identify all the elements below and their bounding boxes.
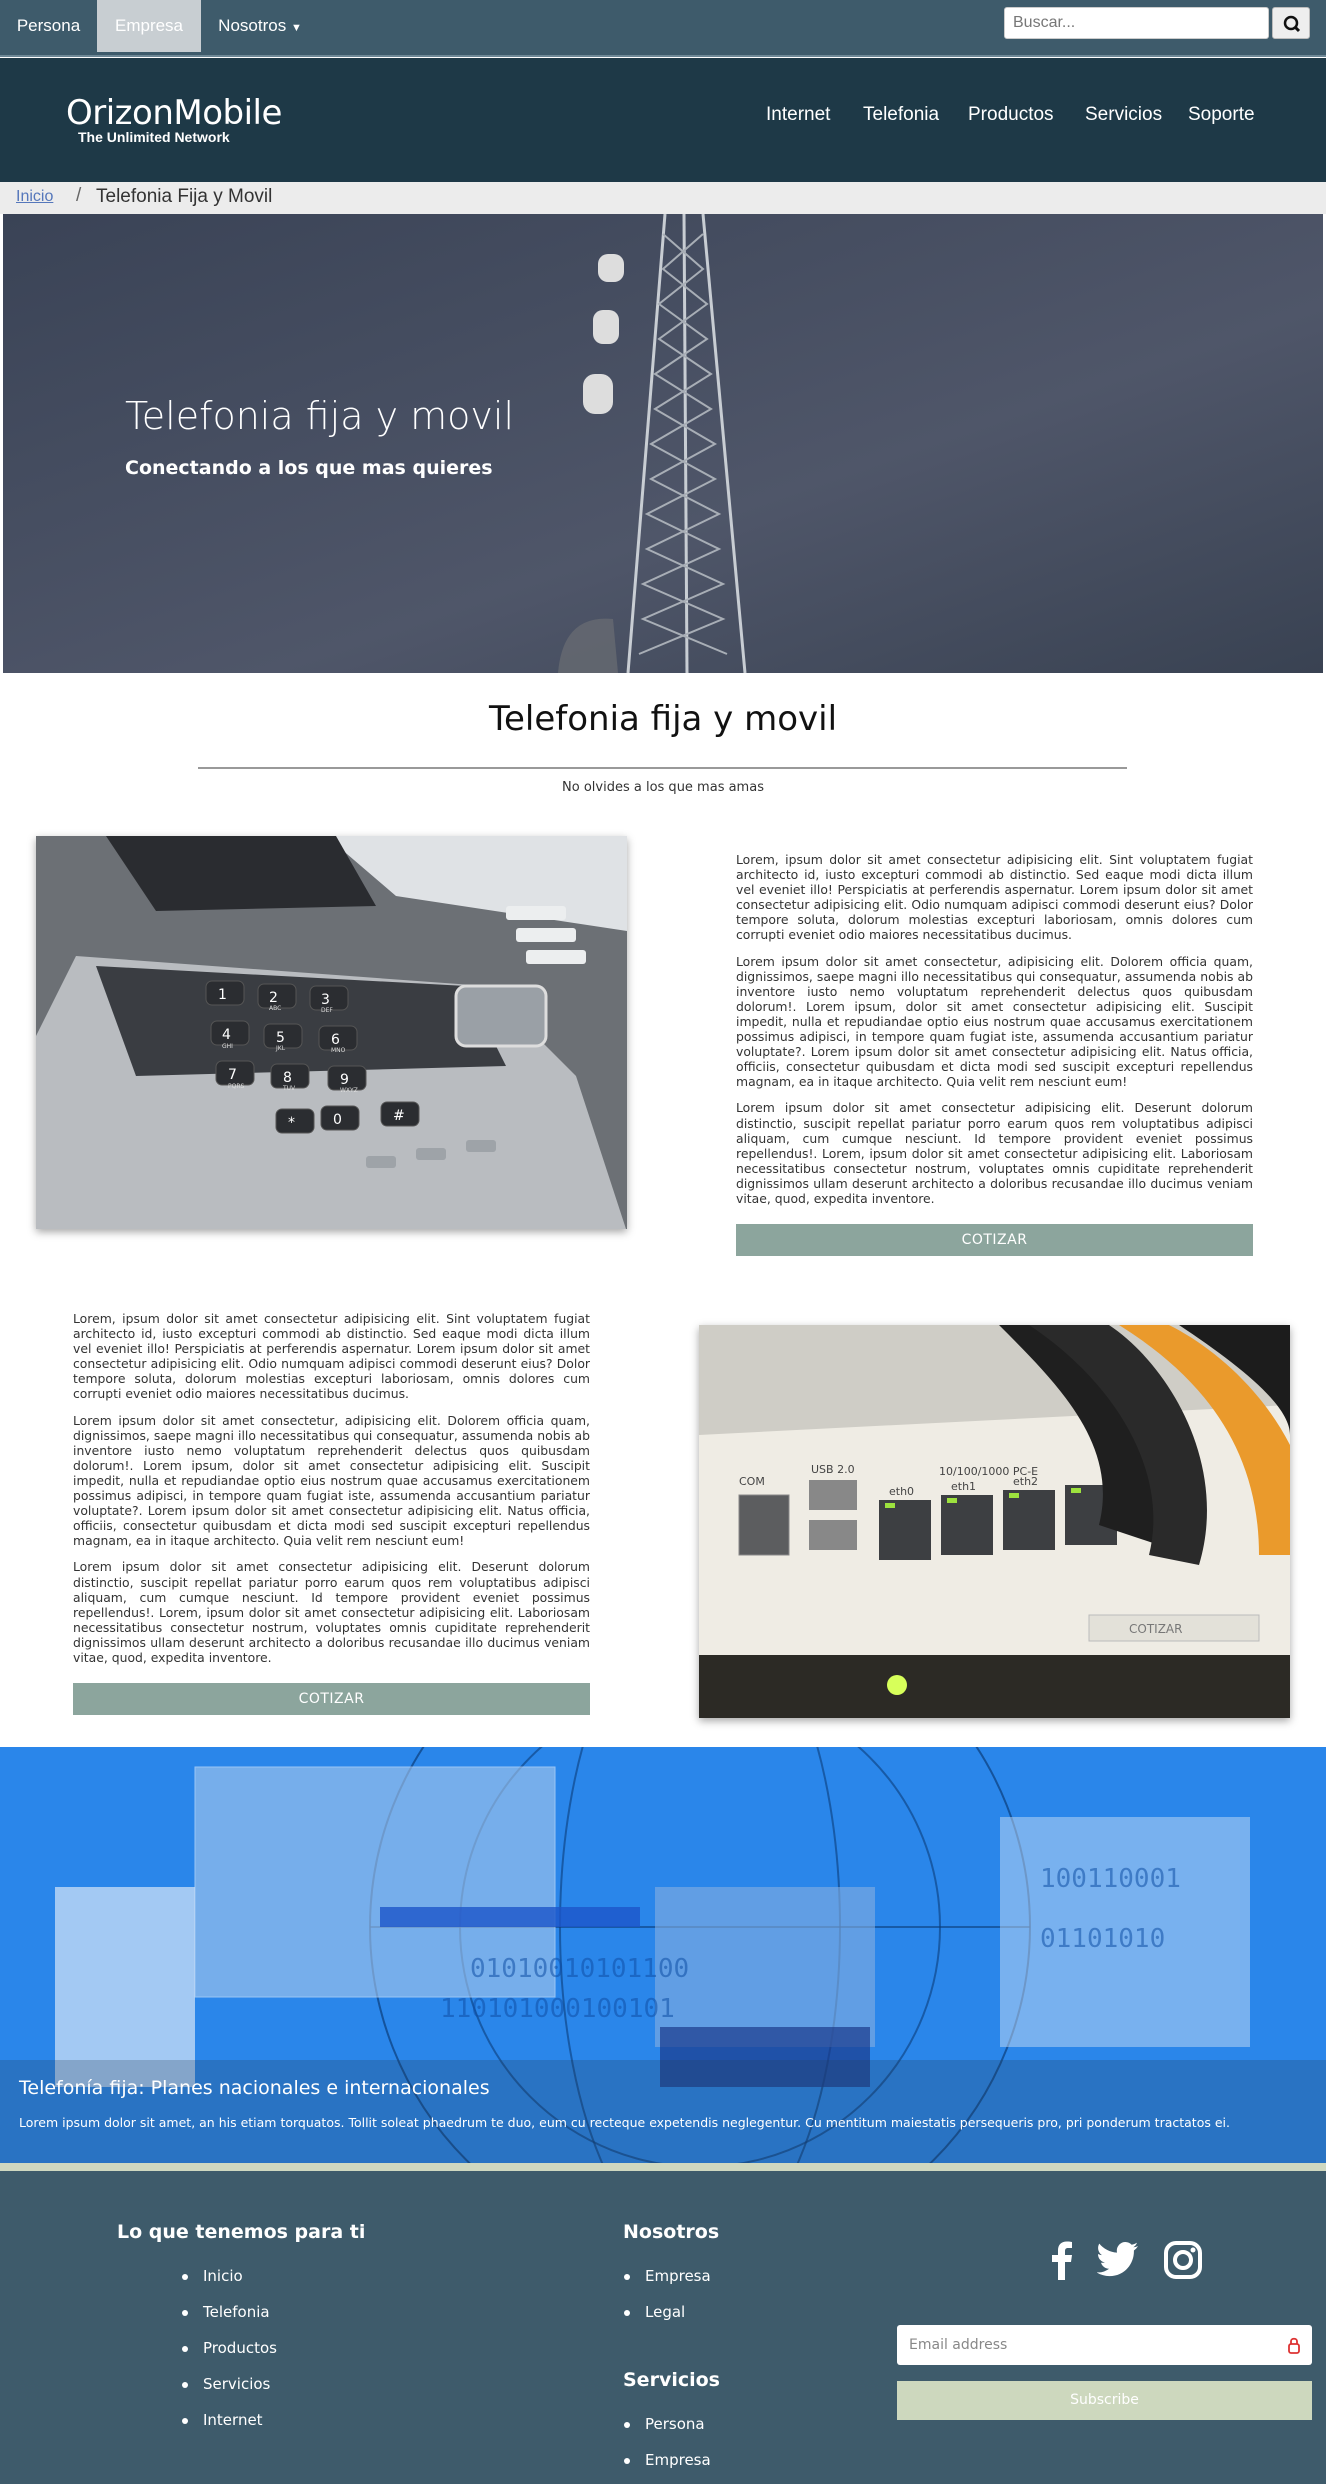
nav-telefonia[interactable]: Telefonia: [863, 104, 939, 126]
search-input[interactable]: Buscar...: [1004, 7, 1269, 39]
block2-paragraph: Lorem ipsum dolor sit amet consectetur a…: [73, 1559, 590, 1665]
router-ports-image: COM USB 2.0 10/100/1000 PC-E eth0 eth1 e…: [699, 1325, 1290, 1718]
key-1: 1: [218, 987, 227, 1003]
hero-title: Telefonia fija y movil: [125, 394, 514, 438]
search-button[interactable]: [1272, 7, 1310, 39]
key-hash: #: [393, 1108, 405, 1124]
key-9: 9: [340, 1072, 349, 1088]
topbar-link-empresa[interactable]: Empresa: [97, 0, 201, 52]
cotizar-button-1[interactable]: COTIZAR: [736, 1224, 1253, 1256]
site-header: OrizonMobile The Unlimited Network Inter…: [0, 58, 1326, 182]
search-icon: [1283, 15, 1301, 33]
twitter-icon[interactable]: [1097, 2242, 1139, 2278]
topbar-link-persona[interactable]: Persona: [0, 0, 97, 52]
svg-text:100110001: 100110001: [1040, 1864, 1181, 1894]
nav-servicios[interactable]: Servicios: [1085, 104, 1162, 126]
key-2: 2: [269, 990, 278, 1006]
router-sticker-label: COTIZAR: [1129, 1622, 1182, 1636]
key-letters-mno: MNO: [331, 1047, 346, 1054]
footer-heading-nosotros: Nosotros: [623, 2221, 720, 2243]
svg-text:01010010101100: 01010010101100: [470, 1954, 689, 1984]
caret-down-icon: ▼: [290, 22, 302, 34]
key-letters-tuv: TUV: [282, 1085, 296, 1092]
block2-paragraph: Lorem, ipsum dolor sit amet consectetur …: [73, 1311, 590, 1402]
banner-caption-backdrop: [0, 2060, 1326, 2164]
section-divider: [198, 767, 1127, 769]
email-field[interactable]: Email address: [897, 2325, 1312, 2365]
instagram-icon[interactable]: [1164, 2241, 1202, 2279]
svg-text:01101010: 01101010: [1040, 1924, 1165, 1954]
footer-link-legal[interactable]: Legal: [623, 2303, 685, 2321]
key-letters-pqrs: PQRS: [228, 1083, 245, 1090]
top-bar: Persona Empresa Nosotros ▼ Buscar...: [0, 0, 1326, 57]
footer-link-productos[interactable]: Productos: [182, 2339, 277, 2357]
banner-divider: [0, 2163, 1326, 2171]
key-letters-abc: ABC: [269, 1005, 281, 1012]
key-7: 7: [228, 1067, 237, 1083]
port-label-com: COM: [739, 1475, 765, 1488]
footer-link-internet[interactable]: Internet: [182, 2411, 263, 2429]
svg-text:110101000100101: 110101000100101: [440, 1994, 675, 2024]
banner-text: Lorem ipsum dolor sit amet, an his etiam…: [19, 2115, 1230, 2130]
key-letters-jkl: JKL: [275, 1045, 286, 1052]
lock-icon: [1288, 2337, 1300, 2354]
key-5: 5: [276, 1030, 285, 1046]
block1-text: Lorem, ipsum dolor sit amet consectetur …: [736, 852, 1253, 1217]
key-8: 8: [283, 1070, 292, 1086]
key-letters-wxyz: WXYZ: [340, 1087, 358, 1094]
nosotros-label: Nosotros: [218, 16, 287, 35]
hero-banner: Telefonia fija y movil Conectando a los …: [3, 214, 1323, 673]
topbar-dropdown-nosotros[interactable]: Nosotros ▼: [201, 0, 319, 52]
breadcrumb-home[interactable]: Inicio: [16, 188, 53, 206]
key-3: 3: [321, 992, 330, 1008]
port-label-eth1: eth1: [951, 1480, 976, 1493]
promo-banner: 01010010101100 110101000100101 100110001…: [0, 1747, 1326, 2170]
footer-link-servicios[interactable]: Servicios: [181, 2375, 270, 2393]
block1-paragraph: Lorem ipsum dolor sit amet consectetur, …: [736, 953, 1253, 1090]
section-title: Telefonia fija y movil: [488, 699, 838, 739]
hero-subtitle: Conectando a los que mas quieres: [125, 457, 493, 479]
footer-link-persona[interactable]: Persona: [624, 2415, 705, 2433]
block1-paragraph: Lorem, ipsum dolor sit amet consectetur …: [736, 852, 1253, 943]
breadcrumb-current: Telefonia Fija y Movil: [96, 186, 273, 207]
footer-link-empresa[interactable]: Empresa: [624, 2267, 711, 2285]
cell-tower-image: [3, 214, 1323, 673]
block2-paragraph: Lorem ipsum dolor sit amet consectetur, …: [73, 1412, 590, 1549]
cotizar-button-2[interactable]: COTIZAR: [73, 1683, 590, 1715]
desk-phone-image: 1 2 3 4 5 6 7 8 9 * 0 # ABC DEF GHI JKL …: [36, 836, 627, 1229]
subscribe-button[interactable]: Subscribe: [897, 2381, 1312, 2420]
key-0: 0: [333, 1112, 342, 1128]
site-logo[interactable]: OrizonMobile: [66, 93, 282, 133]
nav-soporte[interactable]: Soporte: [1188, 104, 1255, 126]
port-label-usb: USB 2.0: [811, 1463, 855, 1476]
block1-paragraph: Lorem ipsum dolor sit amet consectetur a…: [736, 1100, 1253, 1206]
block2-text: Lorem, ipsum dolor sit amet consectetur …: [73, 1311, 590, 1676]
breadcrumb-separator: /: [76, 185, 82, 206]
key-4: 4: [222, 1027, 231, 1043]
port-label-eth0: eth0: [889, 1485, 914, 1498]
nav-internet[interactable]: Internet: [766, 104, 830, 126]
banner-title: Telefonía fija: Planes nacionales e inte…: [19, 2077, 490, 2099]
footer-heading-servicios: Servicios: [623, 2369, 720, 2391]
section-subtitle: No olvides a los que mas amas: [562, 780, 764, 795]
facebook-icon[interactable]: [1046, 2240, 1076, 2280]
key-letters-ghi: GHI: [222, 1043, 233, 1050]
key-6: 6: [331, 1032, 340, 1048]
footer-heading-offers: Lo que tenemos para ti: [117, 2221, 366, 2243]
breadcrumb: Inicio / Telefonia Fija y Movil: [0, 182, 1326, 214]
port-label-eth2: eth2: [1013, 1475, 1038, 1488]
nav-productos[interactable]: Productos: [968, 104, 1054, 126]
footer-link-inicio[interactable]: Inicio: [182, 2267, 243, 2285]
footer-link-telefonia[interactable]: Telefonia: [182, 2303, 270, 2321]
footer-link-empresa-servicios[interactable]: Empresa: [624, 2451, 711, 2469]
site-tagline: The Unlimited Network: [78, 129, 230, 145]
key-star: *: [288, 1115, 295, 1131]
key-letters-def: DEF: [321, 1007, 333, 1014]
